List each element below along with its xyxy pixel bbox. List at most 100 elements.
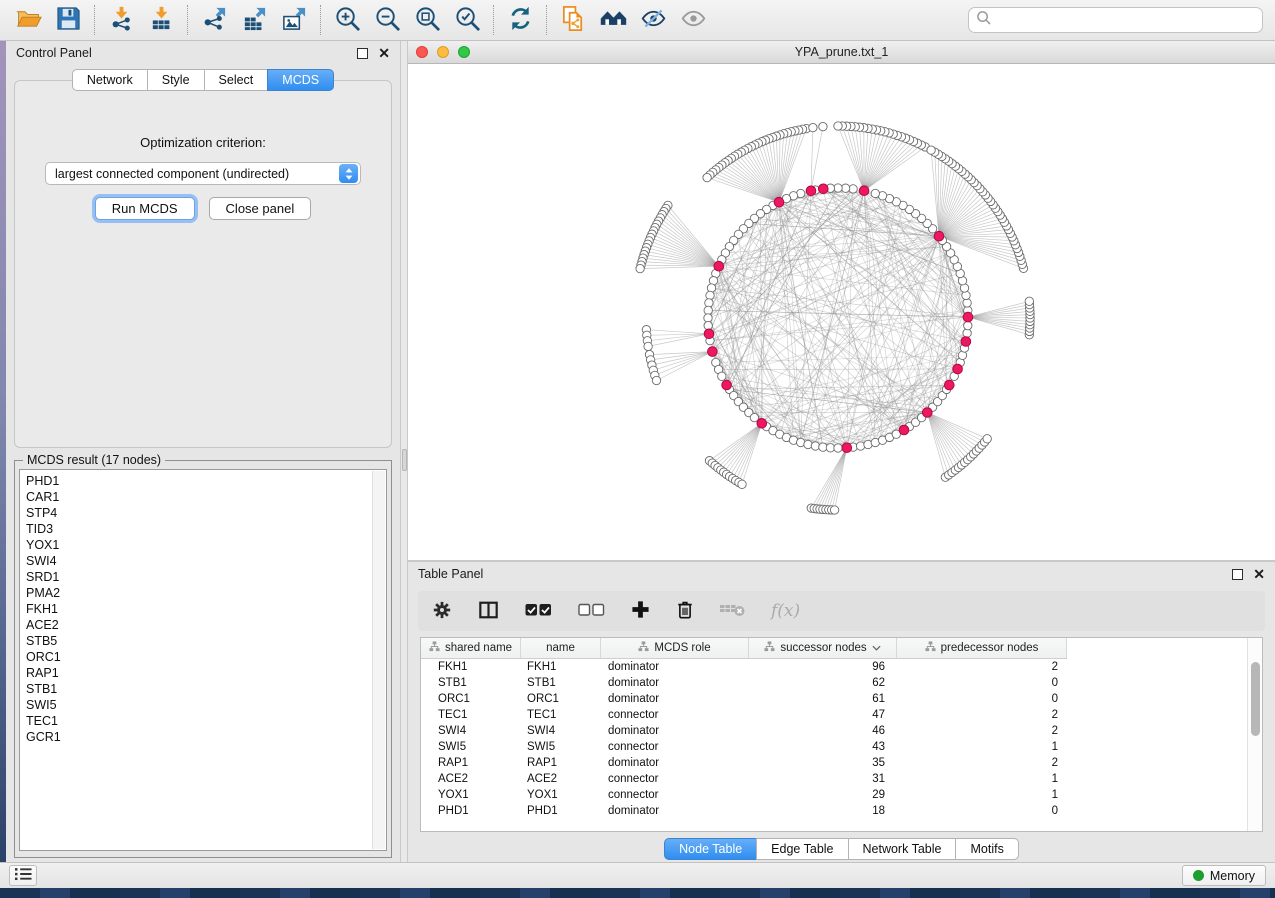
- table-cell[interactable]: 1: [897, 787, 1067, 803]
- refresh-button[interactable]: [500, 3, 540, 37]
- table-cell[interactable]: 96: [749, 659, 897, 675]
- network-window-titlebar[interactable]: YPA_prune.txt_1: [408, 41, 1275, 64]
- table-cell[interactable]: connector: [601, 739, 749, 755]
- network-view[interactable]: [408, 64, 1275, 560]
- tab-network[interactable]: Network: [72, 69, 148, 91]
- hide-selected-button[interactable]: [633, 3, 673, 37]
- table-row[interactable]: PHD1PHD1dominator180: [421, 803, 1067, 819]
- table-cell[interactable]: dominator: [601, 755, 749, 771]
- show-selected-button[interactable]: [673, 3, 713, 37]
- table-cell[interactable]: ACE2: [421, 771, 521, 787]
- table-cell[interactable]: 1: [897, 739, 1067, 755]
- task-history-button[interactable]: [9, 865, 37, 886]
- table-cell[interactable]: connector: [601, 771, 749, 787]
- table-cell[interactable]: ORC1: [421, 691, 521, 707]
- table-cell[interactable]: TEC1: [421, 707, 521, 723]
- table-cell[interactable]: dominator: [601, 803, 749, 819]
- column-header-mcds-role[interactable]: MCDS role: [601, 638, 749, 658]
- search-input[interactable]: [996, 13, 1255, 28]
- table-cell[interactable]: SWI4: [521, 723, 601, 739]
- mcds-result-item[interactable]: TID3: [26, 521, 386, 537]
- import-network-button[interactable]: [101, 3, 141, 37]
- tab-edge-table[interactable]: Edge Table: [756, 838, 848, 860]
- table-cell[interactable]: FKH1: [521, 659, 601, 675]
- mcds-result-item[interactable]: ORC1: [26, 649, 386, 665]
- result-list-scrollbar[interactable]: [372, 471, 385, 849]
- float-panel-icon[interactable]: [357, 48, 368, 59]
- column-header-successor-nodes[interactable]: successor nodes: [749, 638, 897, 658]
- table-cell[interactable]: STB1: [421, 675, 521, 691]
- home-button[interactable]: [593, 3, 633, 37]
- table-cell[interactable]: 2: [897, 755, 1067, 771]
- table-cell[interactable]: 46: [749, 723, 897, 739]
- table-cell[interactable]: RAP1: [421, 755, 521, 771]
- close-panel-button[interactable]: Close panel: [209, 197, 312, 220]
- delete-column-button[interactable]: [676, 600, 694, 623]
- table-row[interactable]: RAP1RAP1dominator352: [421, 755, 1067, 771]
- vertical-splitter[interactable]: [400, 41, 408, 862]
- table-cell[interactable]: 47: [749, 707, 897, 723]
- table-cell[interactable]: dominator: [601, 675, 749, 691]
- mcds-result-list[interactable]: PHD1CAR1STP4TID3YOX1SWI4SRD1PMA2FKH1ACE2…: [19, 469, 387, 851]
- import-table-button[interactable]: [141, 3, 181, 37]
- tab-motifs[interactable]: Motifs: [955, 838, 1018, 860]
- table-row[interactable]: ORC1ORC1dominator610: [421, 691, 1067, 707]
- mcds-result-item[interactable]: SWI4: [26, 553, 386, 569]
- zoom-selected-button[interactable]: [447, 3, 487, 37]
- gear-button[interactable]: [432, 600, 452, 623]
- mcds-result-item[interactable]: RAP1: [26, 665, 386, 681]
- save-button[interactable]: [48, 3, 88, 37]
- table-cell[interactable]: FKH1: [421, 659, 521, 675]
- zoom-fit-button[interactable]: [407, 3, 447, 37]
- table-row[interactable]: ACE2ACE2connector311: [421, 771, 1067, 787]
- export-table-button[interactable]: [234, 3, 274, 37]
- open-file-button[interactable]: [8, 3, 48, 37]
- select-all-button[interactable]: [525, 603, 552, 620]
- table-cell[interactable]: ORC1: [521, 691, 601, 707]
- table-row[interactable]: STB1STB1dominator620: [421, 675, 1067, 691]
- node-table[interactable]: shared namenameMCDS rolesuccessor nodesp…: [420, 637, 1263, 832]
- table-cell[interactable]: PHD1: [421, 803, 521, 819]
- table-cell[interactable]: 62: [749, 675, 897, 691]
- deselect-all-button[interactable]: [578, 603, 605, 620]
- mcds-result-item[interactable]: STB5: [26, 633, 386, 649]
- table-cell[interactable]: ACE2: [521, 771, 601, 787]
- mcds-result-item[interactable]: YOX1: [26, 537, 386, 553]
- table-cell[interactable]: 61: [749, 691, 897, 707]
- table-row[interactable]: SWI4SWI4dominator462: [421, 723, 1067, 739]
- table-cell[interactable]: 0: [897, 691, 1067, 707]
- tab-mcds[interactable]: MCDS: [267, 69, 334, 91]
- table-cell[interactable]: connector: [601, 787, 749, 803]
- search-field[interactable]: [968, 7, 1263, 33]
- table-cell[interactable]: 18: [749, 803, 897, 819]
- tab-network-table[interactable]: Network Table: [848, 838, 957, 860]
- table-cell[interactable]: YOX1: [421, 787, 521, 803]
- column-header-predecessor-nodes[interactable]: predecessor nodes: [897, 638, 1067, 658]
- mcds-result-item[interactable]: GCR1: [26, 729, 386, 745]
- table-cell[interactable]: TEC1: [521, 707, 601, 723]
- float-panel-icon[interactable]: [1232, 569, 1243, 580]
- table-cell[interactable]: SWI5: [421, 739, 521, 755]
- criterion-dropdown[interactable]: largest connected component (undirected): [45, 162, 361, 185]
- export-image-button[interactable]: [274, 3, 314, 37]
- tab-node-table[interactable]: Node Table: [664, 838, 757, 860]
- table-cell[interactable]: RAP1: [521, 755, 601, 771]
- table-cell[interactable]: 43: [749, 739, 897, 755]
- splitter-grip[interactable]: [402, 449, 407, 471]
- table-cell[interactable]: PHD1: [521, 803, 601, 819]
- table-cell[interactable]: dominator: [601, 723, 749, 739]
- memory-button[interactable]: Memory: [1182, 865, 1266, 886]
- mcds-result-item[interactable]: CAR1: [26, 489, 386, 505]
- close-panel-icon[interactable]: ✕: [378, 46, 390, 60]
- table-cell[interactable]: 2: [897, 723, 1067, 739]
- mcds-result-item[interactable]: SWI5: [26, 697, 386, 713]
- function-builder-button[interactable]: f(x): [771, 601, 800, 621]
- clear-table-button[interactable]: [720, 602, 745, 621]
- table-cell[interactable]: 2: [897, 707, 1067, 723]
- mcds-result-item[interactable]: TEC1: [26, 713, 386, 729]
- table-cell[interactable]: 0: [897, 803, 1067, 819]
- close-panel-icon[interactable]: ✕: [1253, 567, 1265, 581]
- zoom-in-button[interactable]: [327, 3, 367, 37]
- mcds-result-item[interactable]: STB1: [26, 681, 386, 697]
- table-cell[interactable]: 2: [897, 659, 1067, 675]
